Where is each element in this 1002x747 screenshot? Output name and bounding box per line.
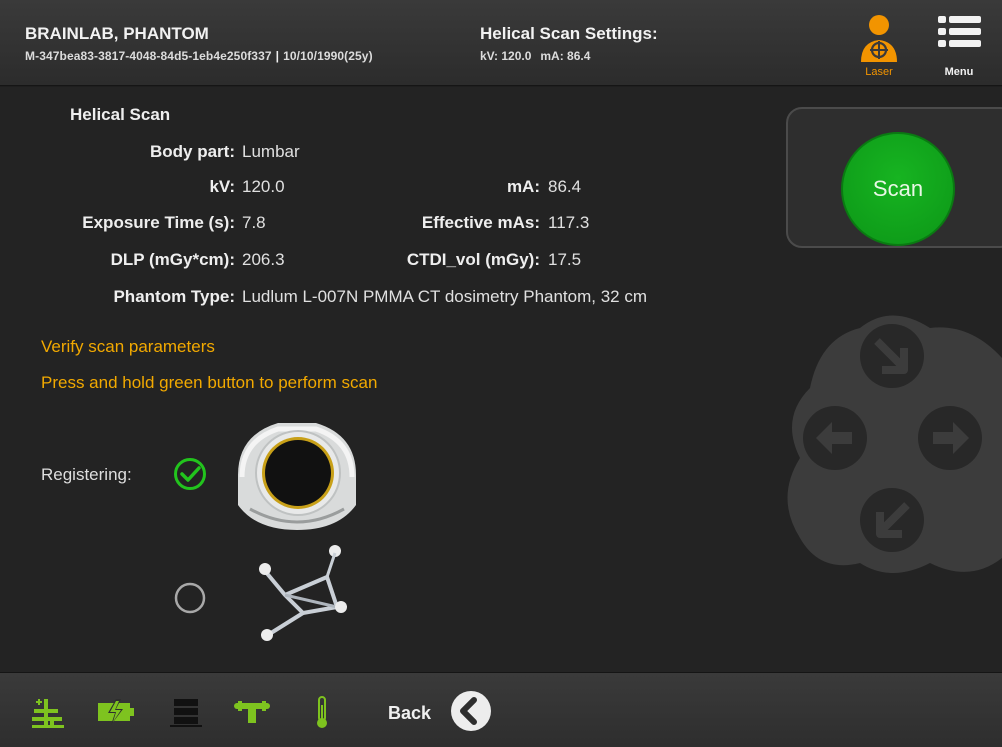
ctdi-label: CTDI_vol (mGy): xyxy=(406,250,540,269)
footer-bar: Back xyxy=(0,672,1002,747)
menu-label: Menu xyxy=(944,66,974,78)
menu-button[interactable]: Menu xyxy=(932,12,986,78)
dlp-value: 206.3 xyxy=(242,250,285,269)
thermometer-icon[interactable] xyxy=(302,695,342,729)
back-button[interactable] xyxy=(450,690,492,732)
scan-settings-values: kV: 120.0 mA: 86.4 xyxy=(480,49,599,63)
kv-value: 120.0 xyxy=(242,177,285,196)
laser-button[interactable]: Laser xyxy=(852,12,906,78)
registering-label: Registering: xyxy=(41,465,132,484)
body-part-label: Body part: xyxy=(150,142,235,161)
arrow-down-right-icon[interactable] xyxy=(860,324,924,388)
body-part-value: Lumbar xyxy=(242,142,300,161)
menu-icon xyxy=(938,16,981,47)
exposure-time-value: 7.8 xyxy=(242,213,266,232)
header-ma: mA: 86.4 xyxy=(540,49,591,63)
dlp-label: DLP (mGy*cm): xyxy=(110,250,235,269)
patient-id-line: M-347bea83-3817-4048-84d5-1eb4e250f337 | 1… xyxy=(25,49,373,63)
marker-array-icon xyxy=(259,545,347,641)
ma-value: 86.4 xyxy=(548,177,582,196)
scan-button-label: Scan xyxy=(872,176,924,201)
battery-charging-icon[interactable] xyxy=(96,695,136,729)
table-icon[interactable] xyxy=(232,695,272,729)
laser-alignment-icon[interactable] xyxy=(28,695,68,729)
phantom-type-value: Ludlum L-007N PMMA CT dosimetry Phantom,… xyxy=(242,287,648,306)
header-kv: kV: 120.0 xyxy=(480,49,532,63)
direction-pad xyxy=(787,315,1002,573)
scan-settings-title: Helical Scan Settings: xyxy=(480,24,658,43)
patient-dob: 10/10/1990(25y) xyxy=(283,49,373,63)
patient-id: M-347bea83-3817-4048-84d5-1eb4e250f337 xyxy=(25,49,272,63)
effective-mas-value: 117.3 xyxy=(548,213,590,232)
arrow-left-icon[interactable] xyxy=(803,406,867,470)
arrow-down-left-icon[interactable] xyxy=(860,488,924,552)
id-separator: | xyxy=(275,49,280,63)
server-icon[interactable] xyxy=(166,695,206,729)
scan-button[interactable]: Scan xyxy=(841,132,955,246)
ring-device-icon xyxy=(238,423,356,530)
effective-mas-label: Effective mAs: xyxy=(421,213,540,232)
ma-label: mA: xyxy=(506,177,540,196)
laser-label: Laser xyxy=(865,66,893,78)
laser-person-icon xyxy=(861,15,897,62)
arrow-right-icon[interactable] xyxy=(918,406,982,470)
press-hold-notice: Press and hold green button to perform s… xyxy=(41,373,378,392)
patient-name: BRAINLAB, PHANTOM xyxy=(25,24,209,43)
pending-circle-icon xyxy=(174,582,206,614)
exposure-time-label: Exposure Time (s): xyxy=(82,213,235,232)
header-bar: BRAINLAB, PHANTOM M-347bea83-3817-4048-8… xyxy=(0,0,1002,86)
kv-label: kV: xyxy=(209,177,235,196)
ctdi-value: 17.5 xyxy=(548,250,582,269)
verify-notice: Verify scan parameters xyxy=(41,337,215,356)
back-label[interactable]: Back xyxy=(388,703,431,724)
phantom-type-label: Phantom Type: xyxy=(113,287,235,306)
check-icon xyxy=(174,458,206,490)
scan-type-title: Helical Scan xyxy=(70,105,171,124)
